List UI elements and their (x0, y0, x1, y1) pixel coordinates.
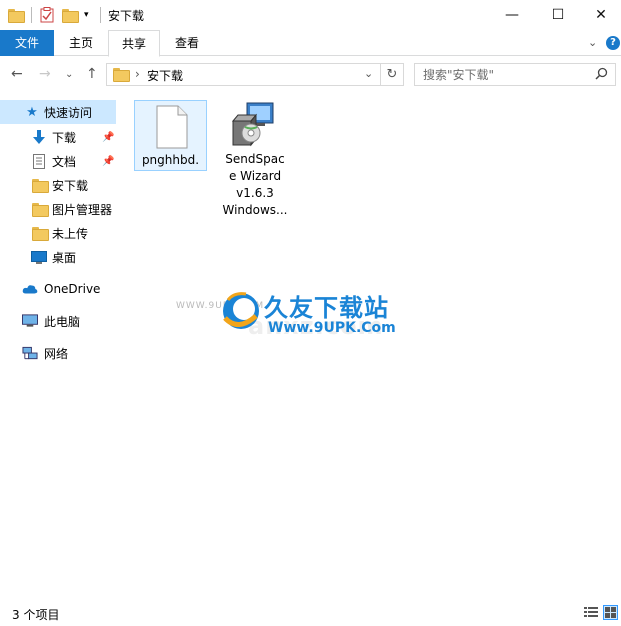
pin-icon[interactable]: 📌 (102, 156, 114, 167)
properties-icon[interactable] (40, 6, 54, 24)
search-icon[interactable] (595, 67, 608, 83)
navigation-bar: ← → ⌄ ↑ › 安下载 ⌄ ↻ (0, 60, 621, 90)
address-dropdown-chevron-icon[interactable]: ⌄ (364, 67, 373, 80)
tab-share[interactable]: 共享 (108, 30, 160, 57)
customize-toolbar-chevron-icon[interactable]: ▾ (84, 6, 89, 24)
folder-icon (31, 225, 49, 241)
search-input[interactable] (415, 64, 585, 85)
nav-item-desktop[interactable]: 桌面 (0, 245, 116, 269)
tab-view[interactable]: 查看 (166, 30, 208, 56)
nav-item-label: 桌面 (52, 250, 77, 265)
nav-item-label: OneDrive (44, 282, 101, 296)
nav-item-downloads[interactable]: 下载 📌 (0, 125, 116, 149)
help-icon[interactable]: ? (606, 36, 620, 50)
back-arrow-icon[interactable]: ← (11, 66, 23, 82)
computer-icon (22, 313, 38, 329)
nav-item-label: 未上传 (52, 226, 89, 241)
file-name: SendSpac e Wizard v1.6.3 Windows... (216, 151, 294, 219)
refresh-icon: ↻ (386, 67, 398, 82)
search-box[interactable] (414, 63, 616, 86)
nav-item-label: 网络 (44, 346, 69, 361)
nav-item-anxiazai[interactable]: 安下载 (0, 173, 116, 197)
nav-item-label: 此电脑 (44, 314, 81, 329)
blank-file-icon (156, 105, 188, 154)
document-icon (31, 153, 47, 169)
pin-icon[interactable]: 📌 (102, 132, 114, 143)
nav-item-quick-access[interactable]: ★ 快速访问 (0, 100, 116, 124)
star-icon: ★ (26, 104, 38, 120)
folder-icon (31, 177, 49, 193)
installer-icon (229, 101, 277, 154)
item-count: 3 个项目 (12, 608, 60, 622)
nav-item-label: 下载 (52, 130, 77, 145)
ribbon-tabs: 文件 主页 共享 查看 ⌄ ? (0, 30, 621, 57)
folder-icon (113, 68, 130, 83)
file-name-line: e Wizard (228, 169, 282, 183)
folder-icon[interactable] (8, 6, 25, 24)
up-arrow-icon[interactable]: ↑ (86, 66, 98, 82)
expand-ribbon-chevron-icon[interactable]: ⌄ (588, 36, 597, 49)
refresh-button[interactable]: ↻ (381, 63, 404, 86)
desktop-icon (31, 249, 47, 265)
divider (31, 7, 32, 23)
nav-item-documents[interactable]: 文档 📌 (0, 149, 116, 173)
status-bar: 3 个项目 (0, 601, 621, 626)
file-name-line: v1.6.3 (236, 186, 274, 200)
breadcrumb-separator[interactable]: › (135, 67, 140, 81)
divider (100, 7, 101, 23)
tab-home[interactable]: 主页 (60, 30, 102, 56)
recent-locations-chevron-icon[interactable]: ⌄ (65, 69, 73, 80)
file-name: pnghhbd. (141, 153, 200, 167)
breadcrumb-current[interactable]: 安下载 (147, 67, 183, 84)
tab-file[interactable]: 文件 (0, 30, 54, 56)
nav-item-image-manager[interactable]: 图片管理器 (0, 197, 116, 221)
window-title: 安下载 (108, 9, 145, 23)
file-list: pnghhbd. SendSpac e Wizard v1.6.3 Window… (118, 90, 621, 600)
details-view-icon[interactable] (584, 606, 598, 622)
nav-item-label: 安下载 (52, 178, 89, 193)
nav-item-onedrive[interactable]: OneDrive (0, 277, 116, 301)
download-icon (31, 129, 47, 145)
address-bar[interactable]: › 安下载 ⌄ (106, 63, 381, 86)
title-bar: ▾ 安下载 — ☐ ✕ (0, 0, 621, 30)
nav-item-label: 快速访问 (44, 105, 93, 120)
maximize-button[interactable]: ☐ (535, 0, 581, 30)
file-item[interactable]: pnghhbd. (134, 100, 207, 171)
file-name-line: Windows... (222, 203, 288, 217)
nav-item-this-pc[interactable]: 此电脑 (0, 309, 116, 333)
navigation-pane: ★ 快速访问 下载 📌 文档 📌 安下载 图片管理器 未上传 桌面 OneDri… (0, 96, 118, 601)
nav-item-network[interactable]: 网络 (0, 341, 116, 365)
cloud-icon (22, 281, 38, 297)
folder-icon (31, 201, 49, 217)
large-icons-view-icon[interactable] (603, 605, 618, 620)
file-item[interactable]: SendSpac e Wizard v1.6.3 Windows... (216, 100, 294, 225)
nav-item-not-uploaded[interactable]: 未上传 (0, 221, 116, 245)
close-button[interactable]: ✕ (581, 0, 621, 30)
network-icon (22, 345, 38, 361)
new-folder-icon[interactable] (62, 6, 79, 24)
minimize-button[interactable]: — (489, 0, 535, 30)
nav-item-label: 图片管理器 (52, 202, 113, 217)
forward-arrow-icon[interactable]: → (39, 66, 51, 82)
nav-item-label: 文档 (52, 154, 77, 169)
file-name-line: SendSpac (225, 152, 285, 166)
